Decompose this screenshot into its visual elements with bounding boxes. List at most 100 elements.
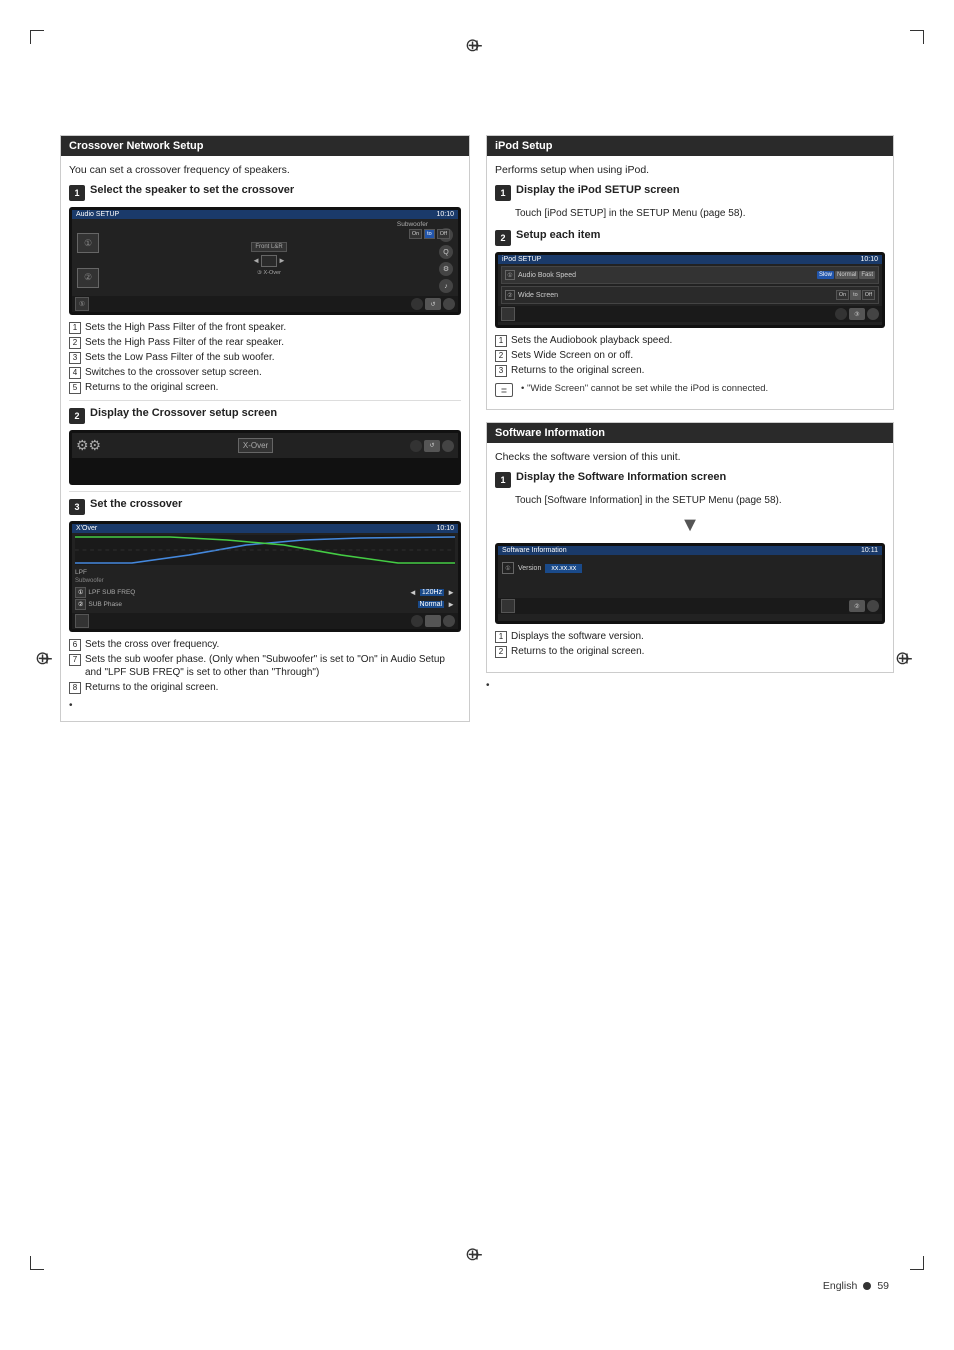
right-bullet: • (486, 679, 894, 691)
sw-item1: 1 Displays the software version. (495, 630, 885, 643)
freq-right-arrow[interactable]: ► (447, 588, 455, 597)
ipod-step2-title: Setup each item (516, 229, 600, 241)
two-column-layout: Crossover Network Setup You can set a cr… (60, 135, 894, 722)
sw-step1-header: 1 Display the Software Information scree… (495, 471, 885, 488)
step1-item2-num: 2 (69, 337, 81, 349)
crosshair-left: ⊕ (35, 648, 59, 672)
step3-item8: 8 Returns to the original screen. (69, 681, 461, 694)
ipod-setup-screen: iPod SETUP 10:10 ① Audio Book Speed Slow… (495, 252, 885, 328)
ipod-setup-inner: iPod SETUP 10:10 ① Audio Book Speed Slow… (498, 255, 882, 325)
wide-screen-row: ② Wide Screen On to Off (501, 286, 879, 304)
ipod-setup-screen-title: iPod SETUP (502, 256, 541, 263)
crossover-section-body: You can set a crossover frequency of spe… (61, 156, 469, 721)
ipod-step1-title: Display the iPod SETUP screen (516, 184, 680, 196)
sub-phase-circle: ② (75, 599, 86, 610)
step1-item4: 4 Switches to the crossover setup screen… (69, 366, 461, 379)
ipod-step1-header: 1 Display the iPod SETUP screen (495, 184, 885, 201)
audio-setup-topbar: Audio SETUP 10:10 (72, 210, 458, 219)
freq-left-arrow[interactable]: ◄ (409, 588, 417, 597)
footer-language: English (823, 1280, 857, 1292)
ipod-item1-text: Sets the Audiobook playback speed. (511, 334, 672, 347)
sw-item2-num: 2 (495, 646, 507, 658)
step3-title: Set the crossover (90, 498, 182, 510)
step2-num: 2 (69, 408, 85, 424)
slow-btn[interactable]: Slow (817, 271, 834, 279)
step-divider-2 (69, 491, 461, 492)
note-icon: ≣ (495, 383, 513, 397)
note-text: • "Wide Screen" cannot be set while the … (521, 383, 768, 395)
ipod-step2-header: 2 Setup each item (495, 229, 885, 246)
crossover-intro: You can set a crossover frequency of spe… (69, 164, 461, 176)
sub-phase-row: ② SUB Phase Normal ► (75, 599, 455, 610)
sub-phase-val: Normal (418, 601, 445, 608)
sw-item2-text: Returns to the original screen. (511, 645, 644, 658)
lpf-freq-row: ① LPF SUB FREQ ◄ 120Hz ► (75, 587, 455, 598)
software-intro: Checks the software version of this unit… (495, 451, 885, 463)
ipod-item2-num: 2 (495, 350, 507, 362)
step1-item4-text: Switches to the crossover setup screen. (85, 366, 262, 379)
sw-info-content: ① Version xx.xx.xx (498, 555, 882, 578)
audio-setup-screen: Audio SETUP 10:10 Subwoofer On to Off (69, 207, 461, 315)
fast-btn[interactable]: Fast (859, 271, 875, 279)
step-divider-1 (69, 400, 461, 401)
corner-mark-tr (910, 30, 924, 44)
crossover-section: Crossover Network Setup You can set a cr… (60, 135, 470, 722)
main-content: Crossover Network Setup You can set a cr… (60, 135, 894, 1250)
ipod-note: ≣ • "Wide Screen" cannot be set while th… (495, 383, 885, 397)
step1-num: 1 (69, 185, 85, 201)
freq-controls: LPF Subwoofer ① LPF SUB FREQ ◄ 120Hz (72, 567, 458, 613)
step1-item1: 1 Sets the High Pass Filter of the front… (69, 321, 461, 334)
step3-item6-num: 6 (69, 639, 81, 651)
sw-step1-detail: Touch [Software Information] in the SETU… (515, 494, 885, 508)
ipod-item1-num: 1 (495, 335, 507, 347)
ipod-step1-detail: Touch [iPod SETUP] in the SETUP Menu (pa… (515, 207, 885, 221)
step3-item7: 7 Sets the sub woofer phase. (Only when … (69, 653, 461, 679)
footer-dot (863, 1282, 871, 1290)
bullet-dot: • (69, 700, 73, 711)
ipod-section-header: iPod Setup (487, 136, 893, 156)
step1-item2-text: Sets the High Pass Filter of the rear sp… (85, 336, 284, 349)
sub-phase-arrows: Normal ► (418, 600, 455, 609)
sw-version-label: Version (518, 565, 541, 572)
corner-mark-tl (30, 30, 44, 44)
step3-num: 3 (69, 499, 85, 515)
freq-graph (75, 535, 455, 565)
ipod-note-content: "Wide Screen" cannot be set while the iP… (527, 383, 768, 394)
ipod-intro: Performs setup when using iPod. (495, 164, 885, 176)
phase-right-arrow[interactable]: ► (447, 600, 455, 609)
audio-setup-screen-title: Audio SETUP (76, 211, 119, 218)
software-info-section: Software Information Checks the software… (486, 422, 894, 673)
step3-list: 6 Sets the cross over frequency. 7 Sets … (69, 638, 461, 694)
freq-val: 120Hz (420, 589, 444, 596)
xover-inner: ⚙⚙ X-Over ↺ (72, 433, 458, 458)
ipod-step1-num: 1 (495, 185, 511, 201)
crosshair-right: ⊕ (895, 648, 919, 672)
step1-item3-text: Sets the Low Pass Filter of the sub woof… (85, 351, 275, 364)
sw-screen-nav: ② (498, 598, 882, 614)
step3-item8-num: 8 (69, 682, 81, 694)
sw-item1-text: Displays the software version. (511, 630, 644, 643)
ipod-item2-text: Sets Wide Screen on or off. (511, 349, 633, 362)
ipod-item3-text: Returns to the original screen. (511, 364, 644, 377)
ipod-section-title: iPod Setup (495, 140, 552, 152)
ipod-item1: 1 Sets the Audiobook playback speed. (495, 334, 885, 347)
normal-btn[interactable]: Normal (835, 271, 858, 279)
crossover-step2-header: 2 Display the Crossover setup screen (69, 407, 461, 424)
step1-item1-text: Sets the High Pass Filter of the front s… (85, 321, 286, 334)
xover-detail-screen: X'Over 10:10 (69, 521, 461, 632)
down-arrow: ▼ (495, 514, 885, 537)
ipod-setup-screen-time: 10:10 (860, 256, 878, 263)
xover-screen-title: X'Over (76, 525, 97, 532)
sw-info-topbar: Software Information 10:11 (498, 546, 882, 555)
audio-setup-inner: Audio SETUP 10:10 Subwoofer On to Off (72, 210, 458, 312)
right-column: iPod Setup Performs setup when using iPo… (486, 135, 894, 722)
ipod-item2: 2 Sets Wide Screen on or off. (495, 349, 885, 362)
sw-list: 1 Displays the software version. 2 Retur… (495, 630, 885, 658)
xover-screen-time: 10:10 (436, 525, 454, 532)
audio-setup-screen-time: 10:10 (436, 211, 454, 218)
xover-detail-inner: X'Over 10:10 (72, 524, 458, 629)
crossover-section-header: Crossover Network Setup (61, 136, 469, 156)
software-section-title: Software Information (495, 427, 605, 439)
step1-item4-num: 4 (69, 367, 81, 379)
sw-step1-title: Display the Software Information screen (516, 471, 726, 483)
